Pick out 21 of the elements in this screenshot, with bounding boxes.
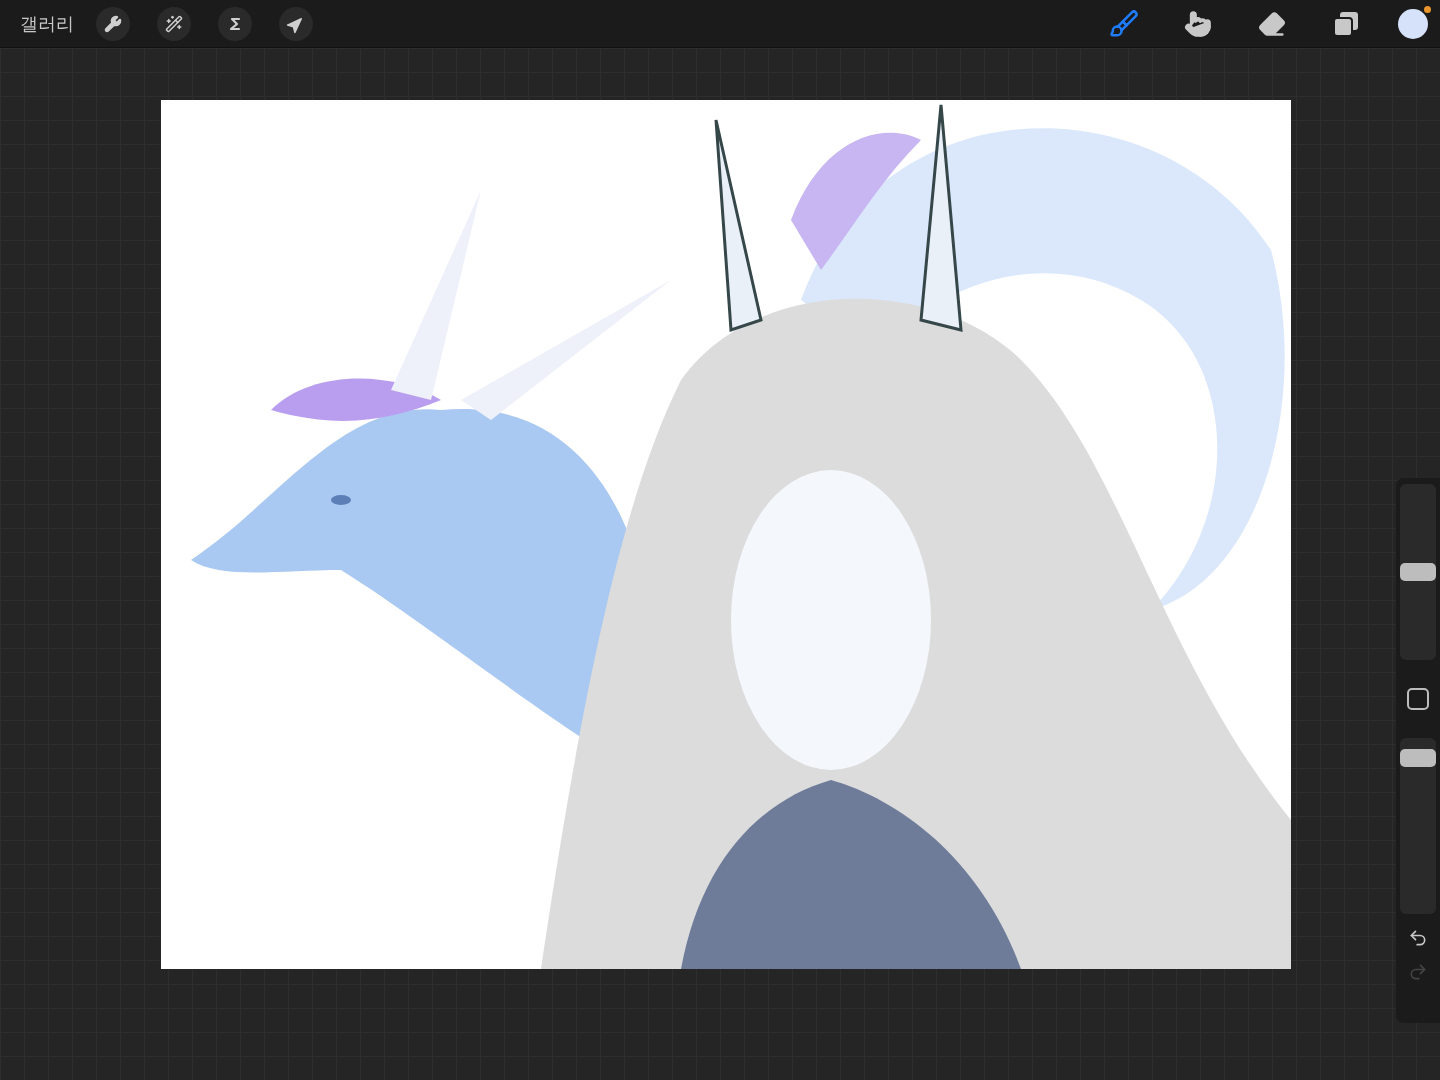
finger-icon <box>1184 9 1212 38</box>
toolbar-button[interactable] <box>157 6 191 41</box>
layers-icon <box>1333 10 1359 37</box>
brush-size-slider[interactable] <box>1400 484 1436 660</box>
brush-icon <box>1109 8 1139 39</box>
opacity-slider[interactable] <box>1400 738 1436 914</box>
toolbar-button[interactable] <box>279 6 313 41</box>
undo-button[interactable] <box>1408 928 1428 948</box>
color-swatch[interactable] <box>1398 8 1428 39</box>
eraser-icon <box>1258 9 1286 38</box>
toolbar-button[interactable] <box>96 6 130 41</box>
indicator-dot <box>1424 5 1431 13</box>
modify-button[interactable] <box>1407 688 1429 710</box>
undo-icon <box>1408 928 1428 948</box>
slider-thumb[interactable] <box>1400 563 1436 581</box>
slider-thumb[interactable] <box>1400 749 1436 768</box>
magic-wand-icon <box>165 14 183 33</box>
gallery-link[interactable]: 갤러리 <box>20 11 74 36</box>
redo-icon <box>1408 962 1428 982</box>
toolbar-button[interactable] <box>218 6 252 41</box>
wrench-icon <box>104 14 122 33</box>
